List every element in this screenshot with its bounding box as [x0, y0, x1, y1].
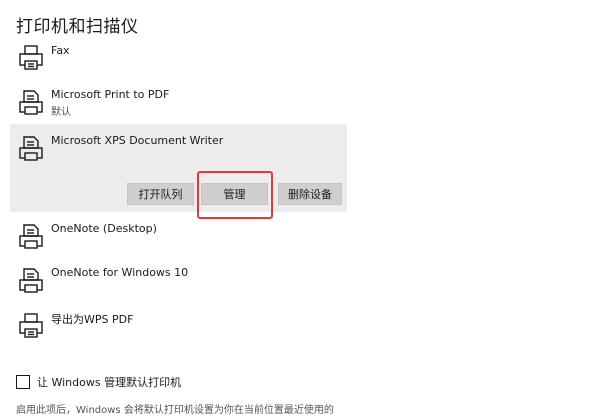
- device-name: OneNote (Desktop): [51, 222, 157, 235]
- document-printer-icon: [16, 266, 46, 296]
- manage-default-printer-label: 让 Windows 管理默认打印机: [37, 376, 182, 389]
- device-name: Microsoft Print to PDF: [51, 88, 170, 101]
- printer-icon: [16, 43, 46, 73]
- open-queue-button[interactable]: 打开队列: [127, 183, 194, 205]
- manage-highlight-annotation: [197, 171, 273, 219]
- default-status-label: 默认: [51, 107, 71, 118]
- page-title: 打印机和扫描仪: [16, 17, 139, 37]
- device-name: OneNote for Windows 10: [51, 266, 189, 279]
- document-printer-icon: [16, 222, 46, 252]
- default-printer-description: 启用此项后，Windows 会将默认打印机设置为你在当前位置最近使用的: [16, 405, 334, 416]
- document-printer-icon: [16, 88, 46, 118]
- device-name: Microsoft XPS Document Writer: [51, 134, 224, 147]
- printer-icon: [16, 311, 46, 341]
- device-name: Fax: [51, 44, 70, 57]
- device-name: 导出为WPS PDF: [51, 313, 134, 326]
- remove-device-button[interactable]: 删除设备: [278, 183, 342, 205]
- document-printer-icon: [16, 134, 46, 164]
- manage-default-printer-checkbox[interactable]: [16, 375, 30, 389]
